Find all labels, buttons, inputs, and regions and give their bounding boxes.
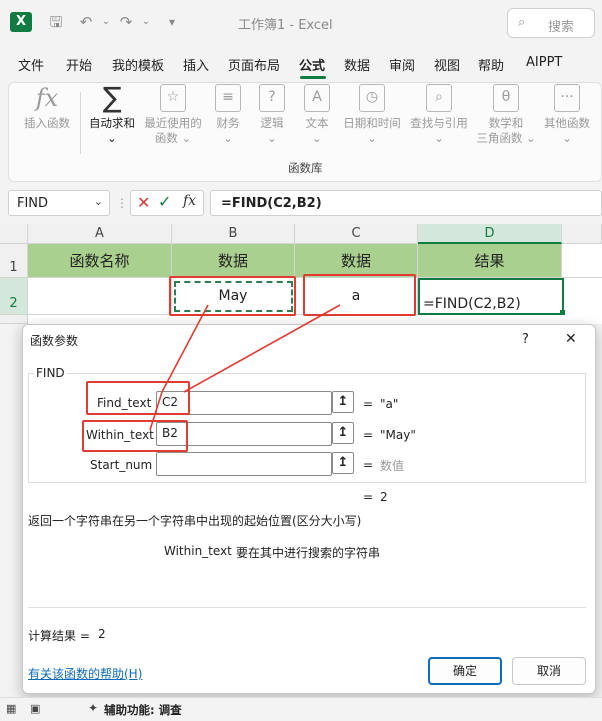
- equals-sign: =: [363, 490, 374, 504]
- dialog-divider: [28, 607, 586, 608]
- arrow-c2-to-find: [183, 304, 341, 393]
- accessibility-status[interactable]: 辅助功能: 调查: [104, 702, 182, 718]
- calc-result-label: 计算结果 =: [28, 629, 90, 643]
- accessibility-icon[interactable]: ✦: [88, 701, 98, 715]
- calc-result-value: 2: [98, 627, 106, 641]
- argument-help-name: Within_text: [164, 544, 232, 558]
- arrow-b2-to-within: [161, 304, 209, 393]
- argument-help-text: 要在其中进行搜索的字符串: [236, 546, 381, 560]
- annotation-arrows: [149, 304, 341, 431]
- formula-result: 2: [380, 490, 388, 504]
- arrow-b2-to-within-tail: [149, 391, 163, 431]
- ok-button[interactable]: 确定: [428, 657, 502, 685]
- cancel-button[interactable]: 取消: [512, 657, 586, 685]
- function-help-link[interactable]: 有关该函数的帮助(H): [28, 665, 142, 682]
- function-description: 返回一个字符串在另一个字符串中出现的起始位置(区分大小写): [28, 514, 362, 528]
- macro-icon[interactable]: ▣: [30, 702, 40, 715]
- ready-icon: ▦: [6, 702, 17, 715]
